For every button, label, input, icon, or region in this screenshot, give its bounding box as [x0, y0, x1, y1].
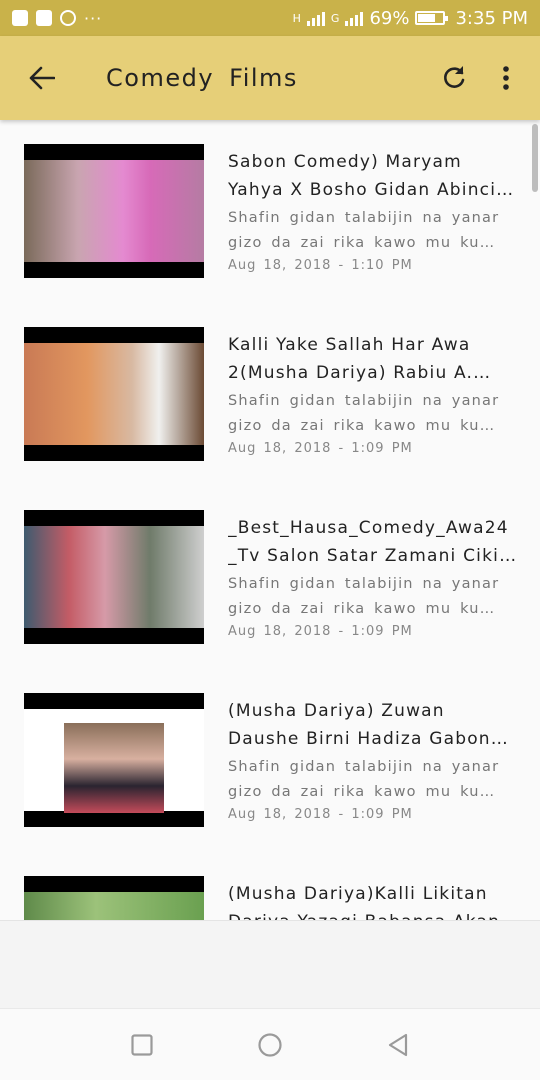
video-description: Shafin gidan talabijin na yanar gizo da …	[228, 759, 500, 800]
refresh-icon	[444, 66, 465, 88]
video-description: Shafin gidan talabijin na yanar gizo da …	[228, 210, 500, 251]
video-item[interactable]: (Musha Dariya) Zuwan Daushe Birni Hadiza…	[0, 669, 540, 852]
video-item[interactable]: (Musha Dariya)Kalli Likitan Dariya Yazag…	[0, 852, 540, 920]
hotspot-icon	[60, 10, 76, 26]
video-list[interactable]: Sabon Comedy) Maryam Yahya X Bosho Gidan…	[0, 120, 540, 920]
app-bar: Comedy Films	[0, 36, 540, 120]
battery-icon	[415, 11, 449, 25]
video-title: (Musha Dariya)Kalli Likitan Dariya Yazag…	[228, 884, 499, 920]
system-status: H G 69% 3:35 PM	[293, 8, 528, 29]
status-bar: ··· H G 69% 3:35 PM	[0, 0, 540, 36]
page-title: Comedy Films	[106, 64, 298, 92]
clock: 3:35 PM	[455, 7, 528, 29]
video-item[interactable]: Kalli Yake Sallah Har Awa 2(Musha Dariya…	[0, 303, 540, 486]
video-description: Shafin gidan talabijin na yanar gizo da …	[228, 576, 500, 617]
video-title: Kalli Yake Sallah Har Awa 2(Musha Dariya…	[228, 335, 474, 383]
battery-level	[418, 14, 436, 22]
network-type-1: H	[292, 11, 301, 25]
back-button[interactable]	[16, 52, 68, 104]
recents-button[interactable]	[128, 1031, 156, 1059]
video-item[interactable]: Sabon Comedy) Maryam Yahya X Bosho Gidan…	[0, 120, 540, 303]
more-vert-icon	[503, 66, 509, 90]
video-date: Aug 18, 2018 - 1:09 PM	[228, 807, 413, 822]
square-recents-icon	[131, 1033, 153, 1056]
video-description: Shafin gidan talabijin na yanar gizo da …	[228, 393, 500, 434]
video-title: Sabon Comedy) Maryam Yahya X Bosho Gidan…	[228, 152, 497, 200]
system-nav-bar	[0, 1008, 540, 1080]
bottom-blank-area	[0, 920, 540, 1008]
video-thumbnail[interactable]	[24, 876, 204, 920]
triangle-back-icon	[388, 1033, 408, 1056]
refresh-button[interactable]	[428, 52, 480, 104]
video-thumbnail[interactable]	[24, 327, 204, 461]
video-date: Aug 18, 2018 - 1:10 PM	[228, 258, 413, 273]
more-notifications: ···	[84, 8, 103, 28]
video-title: _Best_Hausa_Comedy_Awa24 _Tv Salon Satar…	[228, 518, 512, 566]
nav-back-button[interactable]	[384, 1031, 412, 1059]
home-button[interactable]	[256, 1031, 284, 1059]
gallery-icon	[36, 10, 52, 26]
notification-icons: ···	[12, 9, 102, 28]
circle-home-icon	[258, 1032, 282, 1057]
signal-icon-2	[345, 10, 364, 26]
overflow-menu-button[interactable]	[480, 52, 532, 104]
battery-percent: 69%	[369, 7, 410, 29]
video-date: Aug 18, 2018 - 1:09 PM	[228, 624, 413, 639]
video-thumbnail[interactable]	[24, 510, 204, 644]
network-type-2: G	[330, 11, 340, 25]
signal-icon-1	[306, 10, 325, 26]
video-item[interactable]: _Best_Hausa_Comedy_Awa24 _Tv Salon Satar…	[0, 486, 540, 669]
arrow-back-icon	[29, 66, 55, 90]
facebook-icon	[12, 10, 28, 26]
video-date: Aug 18, 2018 - 1:09 PM	[228, 441, 413, 456]
video-thumbnail[interactable]	[24, 144, 204, 278]
video-thumbnail[interactable]	[24, 693, 204, 827]
video-title: (Musha Dariya) Zuwan Daushe Birni Hadiza…	[228, 701, 491, 749]
scrollbar[interactable]	[532, 124, 538, 192]
